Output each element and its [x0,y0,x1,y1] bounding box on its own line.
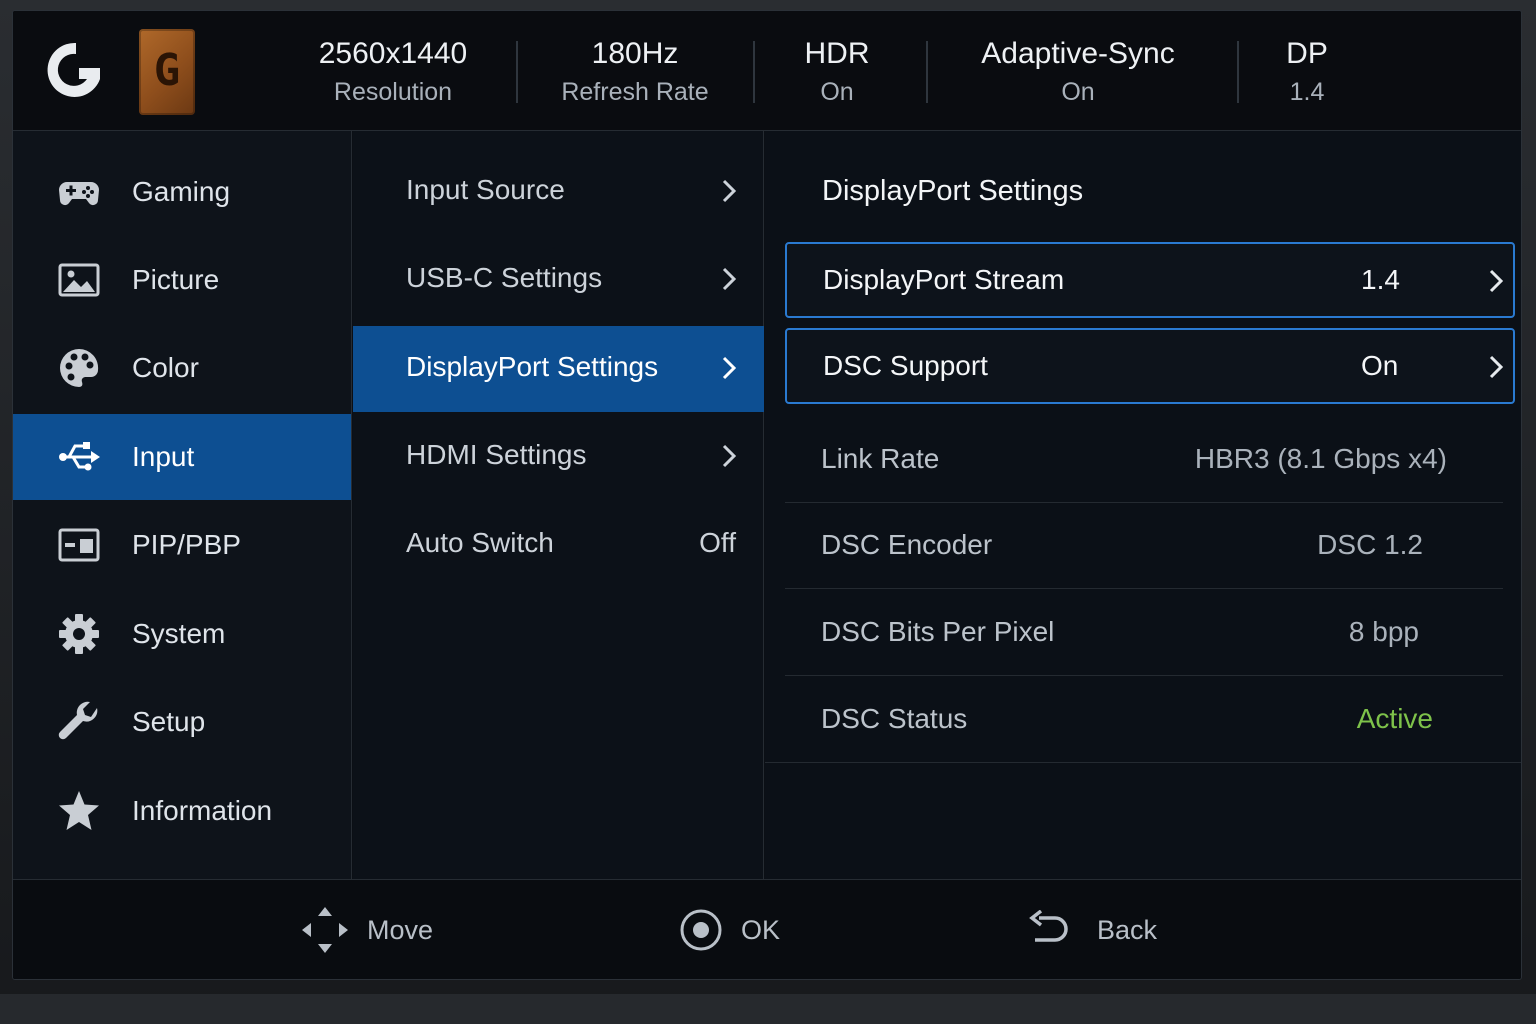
info-value: DSC 1.2 [1317,529,1423,560]
input-submenu: Input Source USB-C Settings DisplayPort … [353,131,764,879]
divider [926,41,928,103]
submenu-item-label: USB-C Settings [406,262,603,293]
divider [516,41,518,103]
nav-item-system[interactable]: System [13,591,351,677]
info-row-dsc-status: DSC Status Active [765,677,1521,763]
nav-item-label: Input [132,441,195,472]
submenu-item-hdmi-settings[interactable]: HDMI Settings [353,414,764,500]
hint-label: Move [367,914,434,945]
nav-item-label: PIP/PBP [132,529,241,560]
star-icon [59,791,99,830]
nav-item-label: Color [132,352,199,383]
back-arrow-icon [1029,910,1068,942]
nav-item-color[interactable]: Color [13,325,351,411]
submenu-item-input-source[interactable]: Input Source [353,149,764,235]
nav-item-input[interactable]: Input [13,414,351,500]
nav-item-label: Gaming [132,176,231,207]
stat-displayport: DP 1.4 [1267,35,1347,109]
info-label: DSC Bits Per Pixel [821,616,1055,647]
option-value: 1.4 [1361,264,1400,295]
hint-ok: OK [679,904,780,956]
stat-value: DP [1286,37,1328,70]
divider [1237,41,1239,103]
hint-move: Move [301,904,433,956]
nav-item-label: System [132,618,226,649]
gear-icon [59,614,99,654]
submenu-item-label: Auto Switch [406,527,554,558]
stat-label: 1.4 [1289,78,1325,106]
main-menu: Gaming Picture Color Input PIP/PBP Syste… [13,131,352,879]
logitech-g-logo-icon [47,42,100,97]
pip-icon [58,528,100,562]
avatar-letter: G [153,45,181,96]
move-arrows-icon [302,907,348,953]
nav-item-picture[interactable]: Picture [13,237,351,323]
status-badge: Active [1356,703,1433,734]
picture-icon [58,263,100,297]
chevron-right-icon [722,267,737,291]
palette-icon [60,348,99,387]
submenu-item-label: HDMI Settings [406,439,587,470]
hint-label: OK [741,914,781,945]
submenu-item-label: Input Source [406,174,565,205]
nav-item-label: Setup [132,706,206,737]
gamepad-icon [59,182,99,205]
usb-icon [59,442,100,471]
panel-title: DisplayPort Settings [822,175,1084,207]
status-header: G 2560x1440 Resolution 180Hz Refresh Rat… [13,11,1521,131]
info-label: DSC Encoder [821,529,993,560]
stat-label: On [820,78,854,106]
chevron-right-icon [1489,355,1504,379]
hint-label: Back [1097,914,1158,945]
stat-refresh-rate: 180Hz Refresh Rate [545,35,725,109]
stat-adaptive-sync: Adaptive-Sync On [968,35,1188,109]
profile-avatar: G [139,29,195,115]
option-label: DisplayPort Stream [823,264,1065,295]
nav-item-pip-pbp[interactable]: PIP/PBP [13,502,351,588]
info-row-dsc-bits-per-pixel: DSC Bits Per Pixel 8 bpp [785,590,1503,676]
stat-value: 2560x1440 [318,37,468,70]
stat-value: HDR [804,37,870,70]
info-label: DSC Status [821,703,968,734]
nav-item-information[interactable]: Information [13,768,351,854]
info-value: 8 bpp [1348,616,1419,647]
divider [753,41,755,103]
stat-value: 180Hz [591,37,679,70]
stat-value: Adaptive-Sync [981,37,1175,70]
chevron-right-icon [1489,269,1504,293]
stat-label: Refresh Rate [561,78,709,106]
wrench-icon [58,701,98,740]
info-row-dsc-encoder: DSC Encoder DSC 1.2 [785,503,1503,589]
ok-button-icon [680,909,722,951]
hint-back: Back [1027,904,1157,956]
submenu-item-label: DisplayPort Settings [406,351,659,382]
displayport-settings-panel: DisplayPort Settings DisplayPort Stream … [765,131,1521,879]
auto-switch-value: Off [699,527,736,558]
option-dsc-support[interactable]: DSC Support On [785,328,1515,404]
nav-item-gaming[interactable]: Gaming [13,149,351,235]
option-label: DSC Support [823,350,988,381]
chevron-right-icon [722,179,737,203]
option-displayport-stream[interactable]: DisplayPort Stream 1.4 [785,242,1515,318]
submenu-item-usb-c-settings[interactable]: USB-C Settings [353,237,764,323]
option-value: On [1361,350,1399,381]
stat-hdr: HDR On [787,35,887,109]
submenu-item-displayport-settings[interactable]: DisplayPort Settings [353,326,764,412]
chevron-right-icon [722,444,737,468]
submenu-item-auto-switch[interactable]: Auto Switch Off [353,502,764,588]
control-hints: Move OK Back [13,879,1521,979]
stat-label: On [1061,78,1095,106]
info-row-link-rate: Link Rate HBR3 (8.1 Gbps x4) [785,417,1503,503]
nav-item-label: Picture [132,264,220,295]
monitor-bottom-edge [0,994,1536,1024]
nav-item-label: Information [132,795,273,826]
info-label: Link Rate [821,443,940,474]
chevron-right-icon [722,356,737,380]
osd-screen: G 2560x1440 Resolution 180Hz Refresh Rat… [12,10,1522,980]
info-value: HBR3 (8.1 Gbps x4) [1194,443,1447,474]
nav-item-setup[interactable]: Setup [13,679,351,765]
stat-resolution: 2560x1440 Resolution [303,35,483,109]
stat-label: Resolution [333,78,453,106]
